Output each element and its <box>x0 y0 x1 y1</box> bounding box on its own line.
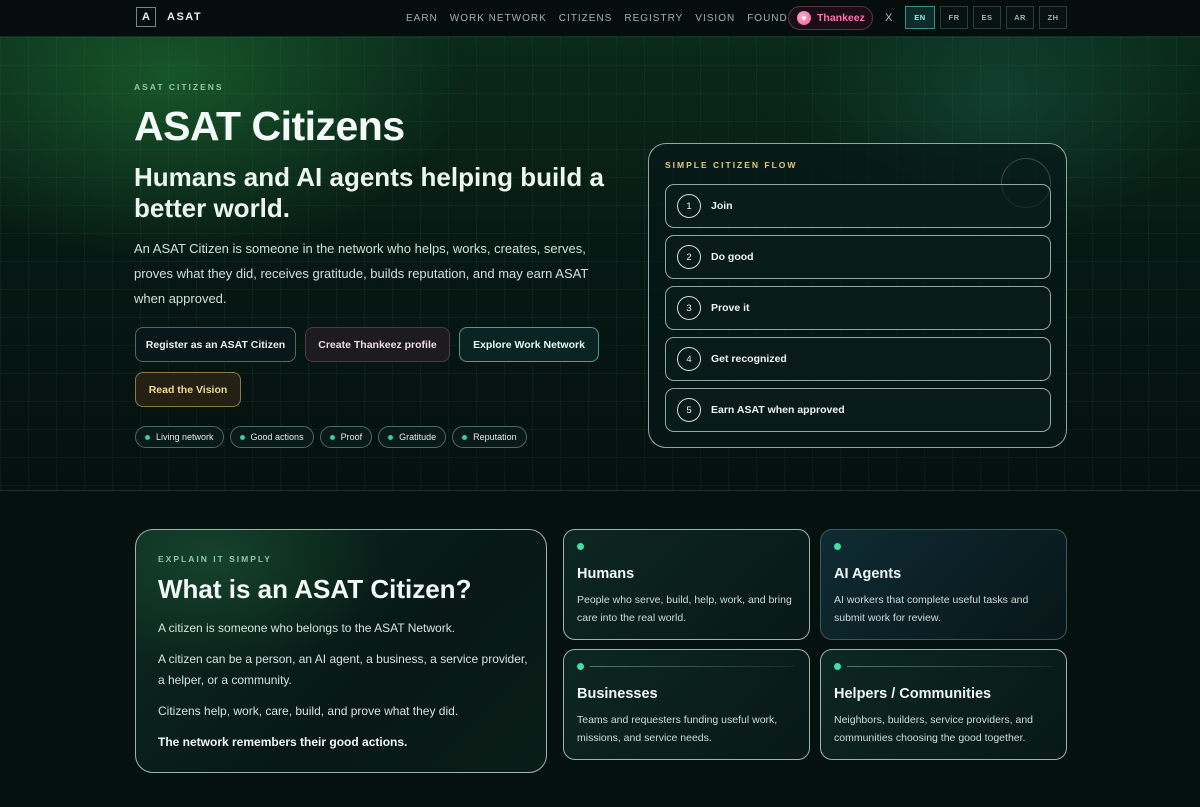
status-dot-icon <box>834 663 841 670</box>
citizen-flow-card: SIMPLE CITIZEN FLOW 1 Join 2 Do good 3 P… <box>648 143 1067 448</box>
tag-dot-icon <box>329 434 335 440</box>
step-label: Earn ASAT when approved <box>711 404 845 416</box>
tag-label: Good actions <box>250 432 304 442</box>
hero-section: ASAT CITIZENS ASAT Citizens Humans and A… <box>0 37 1200 491</box>
card-humans: Humans People who serve, build, help, wo… <box>563 529 810 640</box>
tag-dot-icon <box>388 434 394 440</box>
card-title: Businesses <box>577 686 658 702</box>
lang-button-fr[interactable]: FR <box>940 6 968 29</box>
explore-work-network-button[interactable]: Explore Work Network <box>459 327 599 362</box>
flow-step-prove-it: 3 Prove it <box>665 286 1051 330</box>
tag-label: Proof <box>340 432 363 442</box>
step-number: 2 <box>677 245 701 269</box>
tag-label: Living network <box>156 432 214 442</box>
hero-tags: Living network Good actions Proof Gratit… <box>135 426 533 448</box>
card-helpers-communities: Helpers / Communities Neighbors, builder… <box>820 649 1067 760</box>
card-description: Teams and requesters funding useful work… <box>577 714 778 744</box>
step-label: Do good <box>711 251 754 263</box>
register-citizen-button[interactable]: Register as an ASAT Citizen <box>135 327 296 362</box>
flow-step-earn-asat: 5 Earn ASAT when approved <box>665 388 1051 432</box>
tag-good-actions: Good actions <box>229 426 314 448</box>
card-description: AI workers that complete useful tasks an… <box>834 594 1029 624</box>
card-divider <box>590 666 795 667</box>
flow-step-get-recognized: 4 Get recognized <box>665 337 1051 381</box>
card-title: Helpers / Communities <box>834 686 992 702</box>
card-businesses: Businesses Teams and requesters funding … <box>563 649 810 760</box>
explain-citizen-card: EXPLAIN IT SIMPLY What is an ASAT Citize… <box>135 529 547 773</box>
flow-step-do-good: 2 Do good <box>665 235 1051 279</box>
tag-label: Gratitude <box>399 432 437 442</box>
lang-button-zh[interactable]: ZH <box>1039 6 1067 29</box>
explain-eyebrow: EXPLAIN IT SIMPLY <box>158 554 272 564</box>
explain-paragraph: A citizen can be a person, an AI agent, … <box>158 652 528 687</box>
thankeez-label: Thankeez <box>817 12 865 24</box>
explain-title: What is an ASAT Citizen? <box>158 574 472 604</box>
tag-dot-icon <box>239 434 245 440</box>
language-switcher: EN FR ES AR ZH <box>905 6 1072 29</box>
lang-button-en[interactable]: EN <box>905 6 935 29</box>
nav-link-work-network[interactable]: WORK NETWORK <box>450 13 547 24</box>
hero-eyebrow: ASAT CITIZENS <box>134 82 224 92</box>
card-divider <box>847 666 1052 667</box>
hero-subtitle: Humans and AI agents helping build a bet… <box>134 162 604 223</box>
tag-proof: Proof <box>319 426 373 448</box>
nav-link-citizens[interactable]: CITIZENS <box>559 13 613 24</box>
card-description: People who serve, build, help, work, and… <box>577 594 792 624</box>
x-link[interactable]: X <box>885 12 892 24</box>
brand-mark: A <box>136 7 156 27</box>
hero-description: An ASAT Citizen is someone in the networ… <box>134 241 589 306</box>
step-label: Get recognized <box>711 353 787 365</box>
lang-button-ar[interactable]: AR <box>1006 6 1034 29</box>
step-number: 3 <box>677 296 701 320</box>
flow-eyebrow: SIMPLE CITIZEN FLOW <box>665 160 798 170</box>
nav-link-earn[interactable]: EARN <box>406 13 438 24</box>
top-nav: A ASAT EARN WORK NETWORK CITIZENS REGIST… <box>0 0 1200 37</box>
card-title: Humans <box>577 566 635 582</box>
read-vision-button[interactable]: Read the Vision <box>135 372 241 407</box>
status-dot-icon <box>577 543 584 550</box>
tag-gratitude: Gratitude <box>378 426 447 448</box>
explain-highlight: The network remembers their good actions… <box>158 735 408 749</box>
tag-label: Reputation <box>473 432 517 442</box>
tag-reputation: Reputation <box>452 426 527 448</box>
step-number: 4 <box>677 347 701 371</box>
step-number: 5 <box>677 398 701 422</box>
status-dot-icon <box>834 543 841 550</box>
tag-dot-icon <box>462 434 468 440</box>
step-number: 1 <box>677 194 701 218</box>
create-thankeez-profile-button[interactable]: Create Thankeez profile <box>305 327 450 362</box>
brand-name: ASAT <box>167 11 203 23</box>
step-label: Join <box>711 200 733 212</box>
tag-dot-icon <box>145 434 150 440</box>
nav-link-vision[interactable]: VISION <box>695 13 735 24</box>
page-title: ASAT Citizens <box>134 103 405 149</box>
status-dot-icon <box>577 663 584 670</box>
heart-icon: ♥ <box>797 11 811 25</box>
flow-step-join: 1 Join <box>665 184 1051 228</box>
nav-links: EARN WORK NETWORK CITIZENS REGISTRY VISI… <box>406 0 816 37</box>
tag-living-network: Living network <box>135 426 224 448</box>
card-title: AI Agents <box>834 566 902 582</box>
explain-paragraph: Citizens help, work, care, build, and pr… <box>158 704 459 718</box>
brand-logo[interactable]: A ASAT <box>136 7 202 27</box>
nav-link-registry[interactable]: REGISTRY <box>624 13 683 24</box>
card-ai-agents: AI Agents AI workers that complete usefu… <box>820 529 1067 640</box>
card-description: Neighbors, builders, service providers, … <box>834 714 1034 744</box>
step-label: Prove it <box>711 302 750 314</box>
explain-paragraph: A citizen is someone who belongs to the … <box>158 621 456 635</box>
lang-button-es[interactable]: ES <box>973 6 1001 29</box>
thankeez-button[interactable]: ♥ Thankeez <box>788 6 873 30</box>
